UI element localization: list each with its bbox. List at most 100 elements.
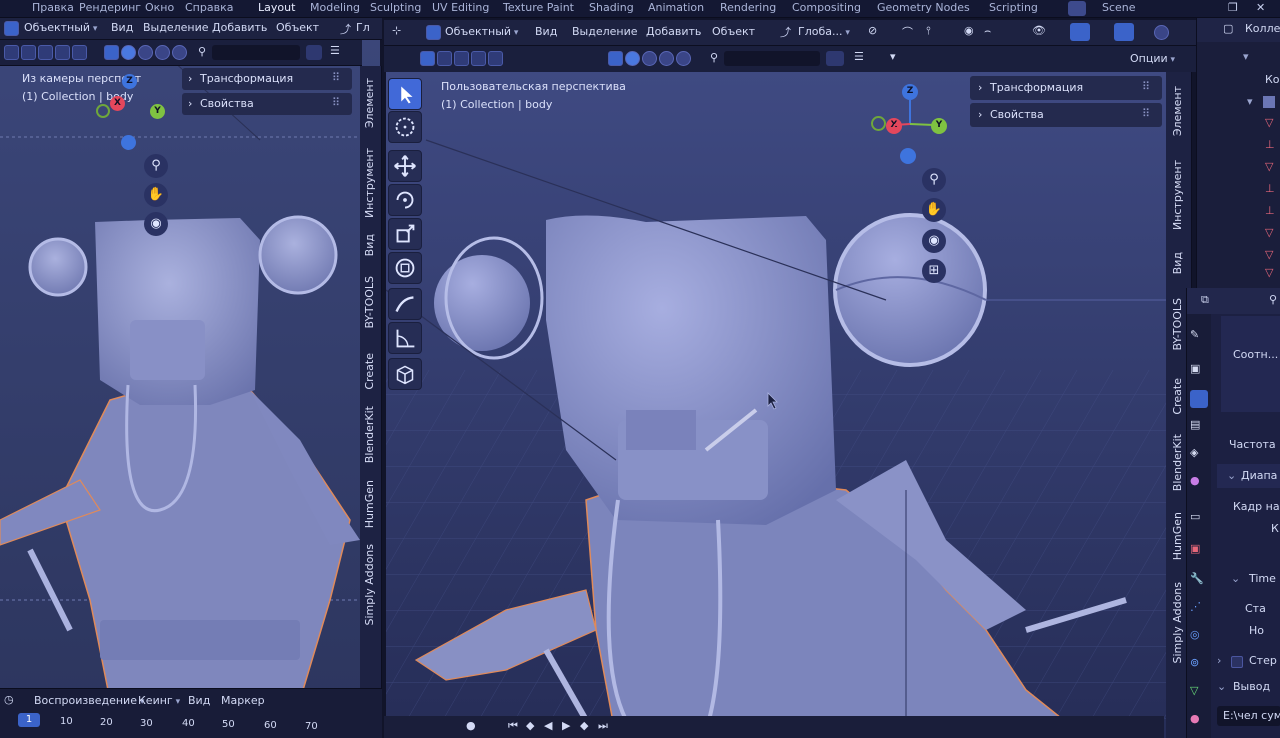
left-gizmo-x[interactable]: X (110, 96, 125, 111)
main-tab-item[interactable]: Элемент (1171, 86, 1184, 136)
falloff-icon[interactable]: ⌢ (984, 24, 991, 38)
proportional-edit-icon[interactable]: ◉ (964, 24, 974, 37)
filter-icon[interactable] (306, 45, 322, 60)
collection-props-icon[interactable]: ▭ (1190, 510, 1208, 528)
outliner-expand-icon-2[interactable]: ▾ (1247, 95, 1253, 108)
left-search-input[interactable] (212, 45, 300, 60)
jump-start-icon[interactable]: ⏮ (508, 719, 518, 733)
main-menu-add[interactable]: Добавить (646, 25, 701, 38)
prev-keyframe-icon[interactable]: ◆ (526, 719, 534, 732)
main-grid-icon[interactable]: ⊞ (922, 259, 946, 283)
data-props-icon[interactable]: ▽ (1190, 684, 1208, 702)
left-gizmo-neg-y[interactable] (96, 104, 110, 118)
main-search-input[interactable] (724, 51, 820, 66)
left-zoom-icon[interactable]: ⚲ (144, 154, 168, 178)
editor-type-icon[interactable] (4, 21, 19, 36)
play-reverse-icon[interactable]: ◀ (544, 719, 552, 732)
left-tab-blenderkit[interactable]: BlenderKit (363, 406, 376, 463)
properties-editor-icon[interactable]: ⧉ (1201, 293, 1209, 307)
snap-target-icon[interactable]: ⫯ (926, 24, 931, 38)
timeline-menu-keying[interactable]: Кеинг (138, 694, 180, 707)
timeline-menu-playback[interactable]: Воспроизведение (34, 694, 144, 707)
left-menu-add[interactable]: Добавить (212, 21, 267, 34)
output-expand-icon[interactable]: ⌄ (1217, 680, 1226, 693)
workspace-tab-modeling[interactable]: Modeling (310, 1, 360, 14)
left-panel-transform[interactable]: › Трансформация ⠿ (182, 68, 352, 90)
main-menu-object[interactable]: Объект (712, 25, 755, 38)
main-panel-properties[interactable]: › Свойства ⠿ (970, 103, 1162, 127)
gizmo-toggle-icon[interactable] (1070, 23, 1090, 41)
main-menu-select[interactable]: Выделение (572, 25, 638, 38)
main-mode-icon[interactable] (426, 25, 441, 40)
frame-range-section[interactable]: ⌄ Диапа (1217, 464, 1280, 488)
time-expand-icon[interactable]: ⌄ (1231, 572, 1240, 585)
left-menu-object[interactable]: Объект (276, 21, 319, 34)
main-orientation-selector[interactable]: Глоба... (798, 25, 850, 38)
workspace-tab-geometry-nodes[interactable]: Geometry Nodes (877, 1, 970, 14)
jump-end-icon[interactable]: ⏭ (598, 719, 608, 733)
workspace-tab-shading[interactable]: Shading (589, 1, 634, 14)
visibility-icon[interactable]: 👁 (1032, 24, 1046, 37)
main-tab-create[interactable]: Create (1171, 378, 1184, 415)
main-overlay-icon[interactable] (676, 51, 691, 66)
select-intersect-icon[interactable] (72, 45, 87, 60)
modifier-props-icon[interactable]: 🔧 (1190, 572, 1208, 590)
left-tab-view[interactable]: Вид (363, 234, 376, 256)
shading-rendered-icon[interactable] (155, 45, 170, 60)
view-layer-icon[interactable]: ▤ (1190, 418, 1208, 436)
shading-solid-icon[interactable] (121, 45, 136, 60)
main-shading-material-icon[interactable] (642, 51, 657, 66)
outliner-expand-icon[interactable]: ▾ (1243, 50, 1249, 63)
search-icon[interactable]: ⚲ (198, 45, 206, 58)
pivot-point-icon[interactable]: ⊘ (868, 24, 877, 37)
tool-annotate[interactable] (388, 288, 422, 320)
select-extend-icon[interactable] (21, 45, 36, 60)
main-tab-simply-addons[interactable]: Simply Addons (1171, 582, 1184, 664)
left-tab-item[interactable]: Элемент (363, 78, 376, 128)
workspace-tab-rendering[interactable]: Rendering (720, 1, 776, 14)
main-tab-view[interactable]: Вид (1171, 252, 1184, 274)
main-tab-humgen[interactable]: HumGen (1171, 512, 1184, 560)
window-restore-icon[interactable]: ❐ (1228, 1, 1238, 14)
object-props-icon[interactable]: ▣ (1190, 542, 1208, 560)
left-gizmo-neg-z[interactable] (121, 135, 136, 150)
left-gizmo-y[interactable]: Y (150, 104, 165, 119)
main-shading-rendered-icon[interactable] (659, 51, 674, 66)
main-shading-wireframe-icon[interactable] (608, 51, 623, 66)
play-icon[interactable]: ▶ (562, 719, 570, 732)
main-options-dropdown[interactable]: Опции (1130, 52, 1175, 65)
left-pan-icon[interactable]: ✋ (144, 183, 168, 207)
shading-wireframe-icon[interactable] (104, 45, 119, 60)
transform-orientation-icon[interactable]: ⤴ (340, 21, 351, 37)
tool-measure[interactable] (388, 322, 422, 354)
left-camera-icon[interactable]: ◉ (144, 212, 168, 236)
timeline-editor-icon[interactable]: ◷ (4, 693, 14, 706)
main-panel-drag-icon-2[interactable]: ⠿ (1142, 107, 1150, 120)
main-select-extend-icon[interactable] (437, 51, 452, 66)
main-panel-transform[interactable]: › Трансформация ⠿ (970, 76, 1162, 100)
particles-props-icon[interactable]: ⋰ (1190, 600, 1208, 618)
select-invert-icon[interactable] (55, 45, 70, 60)
left-gizmo-z[interactable]: Z (122, 74, 137, 89)
left-menu-view[interactable]: Вид (111, 21, 133, 34)
workspace-tab-animation[interactable]: Animation (648, 1, 704, 14)
stereo-expand-icon[interactable]: › (1217, 654, 1221, 667)
properties-search-icon[interactable]: ⚲ (1269, 293, 1277, 306)
output-props-icon[interactable] (1190, 390, 1208, 408)
left-viewport[interactable] (0, 40, 380, 700)
tool-transform[interactable] (388, 252, 422, 284)
left-tab-by-tools[interactable]: BY-TOOLS (363, 276, 376, 328)
left-mode-selector[interactable]: Объектный (24, 21, 97, 34)
main-tab-blenderkit[interactable]: BlenderKit (1171, 434, 1184, 491)
tool-add-cube[interactable] (388, 358, 422, 390)
tool-move[interactable] (388, 150, 422, 182)
xray-icon[interactable] (1154, 25, 1169, 40)
menu-window[interactable]: Окно (145, 1, 174, 14)
output-path-field[interactable]: E:\чел сум (1217, 706, 1280, 726)
main-select-intersect-icon[interactable] (488, 51, 503, 66)
properties-frame-rate[interactable]: Частота (1229, 438, 1276, 451)
tool-settings-icon[interactable]: ✎ (1190, 328, 1208, 346)
main-camera-icon[interactable]: ◉ (922, 229, 946, 253)
main-editor-type-icon[interactable]: ⊹ (392, 24, 401, 37)
left-tab-tool[interactable]: Инструмент (363, 148, 376, 218)
